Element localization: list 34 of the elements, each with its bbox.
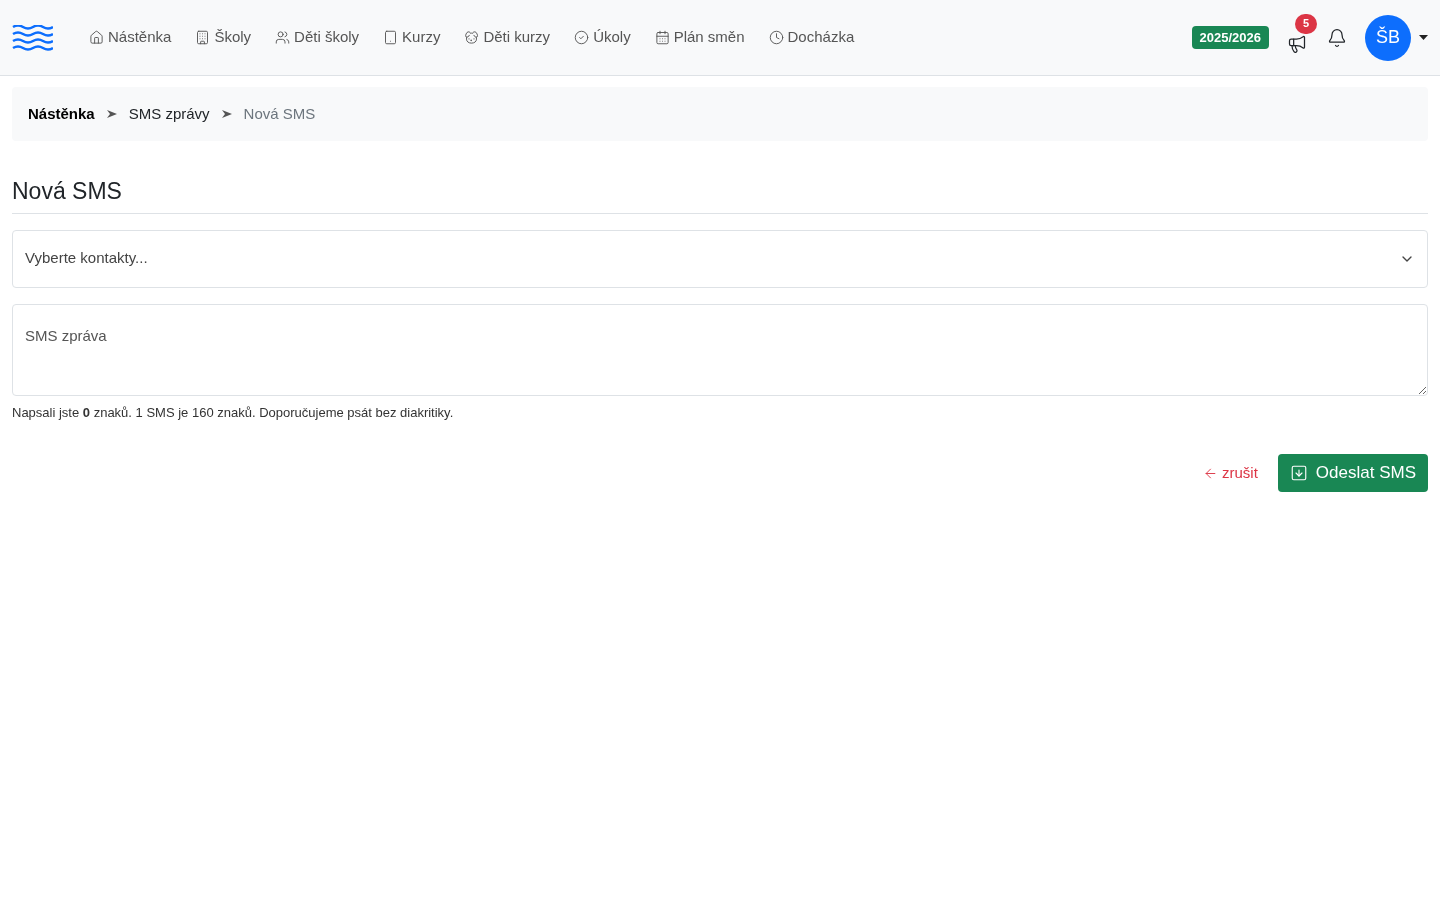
breadcrumb-link[interactable]: Nástěnka — [28, 102, 95, 126]
bell-icon — [1327, 27, 1347, 48]
megaphone-icon — [1287, 33, 1307, 54]
character-counter: Napsali jste 0 znaků. 1 SMS je 160 znaků. Doporučujeme psát bez diakritiky. — [12, 403, 455, 422]
clock-icon — [768, 30, 784, 45]
nav-link[interactable]: Úkoly — [574, 26, 631, 49]
message-field[interactable]: SMS zpráva — [12, 303, 1428, 396]
breadcrumb-link[interactable]: SMS zprávy — [128, 102, 210, 126]
waves-logo-icon[interactable] — [12, 24, 53, 51]
page-title: Nová SMS — [12, 177, 123, 206]
calendar-icon — [654, 30, 670, 45]
building-icon — [195, 30, 211, 45]
cancel-link[interactable]: zrušit — [1203, 461, 1258, 485]
house-icon — [89, 30, 104, 45]
nav-link[interactable]: Děti kurzy — [464, 26, 551, 49]
download-box-icon — [1289, 464, 1308, 482]
nav-link[interactable]: Děti školy — [275, 26, 360, 49]
chevron-icon — [221, 109, 232, 119]
caret-icon[interactable] — [1419, 35, 1428, 40]
nav-link[interactable]: Nástěnka — [89, 26, 172, 49]
user-avatar[interactable]: ŠB — [1365, 14, 1411, 61]
people-icon — [275, 30, 291, 45]
check-circle-icon — [574, 30, 590, 45]
nav-link[interactable]: Plán směn — [654, 26, 745, 49]
tablet-icon — [383, 30, 399, 45]
chevron-icon — [106, 109, 117, 119]
contacts-select[interactable]: Vyberte kontakty... — [12, 229, 1428, 288]
year-badge: 2025/2026 — [1191, 25, 1269, 50]
nav-link[interactable]: Docházka — [768, 26, 855, 49]
nav-link[interactable]: Kurzy — [383, 26, 441, 49]
count-badge: 5 — [1295, 13, 1317, 34]
nav-link[interactable]: Školy — [195, 26, 252, 49]
breadcrumb-current: Nová SMS — [243, 103, 316, 124]
send-button[interactable]: Odeslat SMS — [1277, 454, 1428, 492]
